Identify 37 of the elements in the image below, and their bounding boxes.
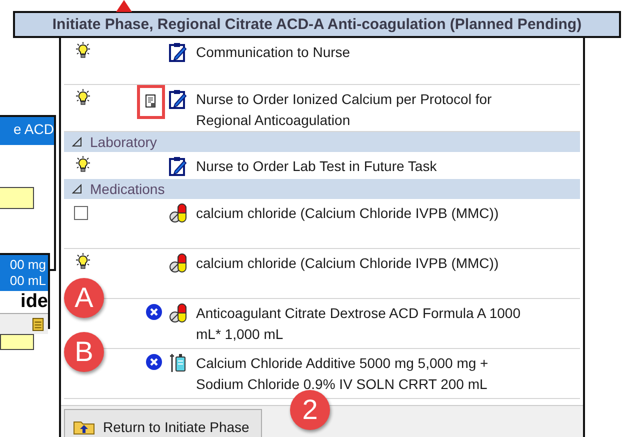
iv-bag-icon — [168, 353, 188, 373]
clipboard-pencil-icon — [168, 42, 188, 62]
input-field[interactable] — [0, 187, 34, 209]
collapse-icon[interactable] — [72, 184, 82, 194]
input-field[interactable] — [0, 334, 34, 350]
order-name: ide — [20, 291, 48, 313]
cancel-icon[interactable] — [145, 303, 163, 321]
window-header: e ACD — [0, 117, 54, 145]
order-text: Nurse to Order Ionized Calcium per Protocol for Regional Anticoagulation — [196, 90, 493, 130]
order-text: Nurse to Order Lab Test in Future Task — [196, 157, 438, 176]
dose-text: 00 mL — [10, 273, 46, 289]
lightbulb-icon[interactable] — [74, 156, 92, 174]
checkbox[interactable] — [74, 206, 88, 220]
return-button[interactable]: Return to Initiate Phase — [64, 409, 262, 437]
dose-text: 00 mg — [10, 257, 46, 273]
collapse-icon[interactable] — [72, 137, 82, 147]
lightbulb-icon[interactable] — [74, 253, 92, 271]
document-icon[interactable] — [145, 94, 157, 108]
lightbulb-icon[interactable] — [74, 89, 92, 107]
order-text: calcium chloride (Calcium Chloride IVPB (MMC)) — [196, 204, 500, 223]
folder-arrow-icon — [73, 419, 95, 435]
section-label: Medications — [90, 181, 165, 197]
tooltip: Initiate Phase, Regional Citrate ACD-A Anti-coagulation (Planned Pending) — [13, 11, 621, 38]
cancel-icon[interactable] — [145, 353, 163, 371]
pill-capsule-icon — [168, 203, 188, 223]
order-text: Anticoagulant Citrate Dextrose ACD Formula A 1000 mL* 1,000 mL — [196, 304, 522, 344]
clipboard-pencil-icon — [168, 89, 188, 109]
section-header[interactable]: Laboratory — [64, 132, 580, 152]
notes-icon[interactable] — [32, 316, 45, 332]
pill-capsule-icon — [168, 303, 188, 323]
clipboard-pencil-icon — [168, 156, 188, 176]
section-header[interactable]: Medications — [64, 179, 580, 199]
order-text: Communication to Nurse — [196, 43, 352, 62]
section-label: Laboratory — [90, 134, 157, 150]
pill-capsule-icon — [168, 253, 188, 273]
order-text: calcium chloride (Calcium Chloride IVPB (MMC)) — [196, 254, 500, 273]
lightbulb-icon[interactable] — [74, 42, 92, 60]
